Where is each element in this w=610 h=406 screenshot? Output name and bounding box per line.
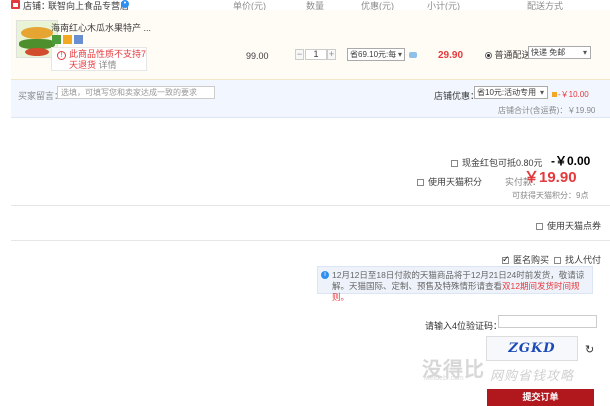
anonymous-purchase-option[interactable]: 匿名购买 [502,253,549,266]
guarantee-icon [52,35,61,44]
quantity-decrease-button[interactable]: − [295,49,304,60]
shipping-option-label: 普通配送 [494,50,531,60]
return-policy-warning: ! 此商品性质不支持7天退货 详情 [51,47,147,71]
tmall-points-option[interactable]: 使用天猫积分 [417,175,482,188]
order-header: 店铺： 联智向上食品专营店 • 单价(元) 数量 优惠(元) 小计(元) 配送方… [0,0,610,11]
captcha-label: 请输入4位验证码：* [425,319,509,332]
watermark-url: Meidebi.com [424,375,464,382]
service-icons [52,35,85,46]
store-discount-select[interactable]: 省10元:活动专用 [474,86,548,99]
warning-icon: ! [57,51,66,60]
divider [11,205,610,206]
store-icon [11,0,20,9]
proxy-pay-checkbox[interactable] [554,257,561,264]
captcha-label-text: 请输入4位验证码： [425,321,503,331]
store-discount-amount: -￥10.00 [558,90,589,99]
radio-selected-icon [485,52,492,60]
tmall-points-checkbox[interactable] [417,179,424,186]
shipping-method-select[interactable]: 快递 免邮 [528,46,591,59]
item-discount-select[interactable]: 省69.10元:每 [347,48,405,61]
warning-details-link[interactable]: 详情 [99,60,117,70]
insurance-icon [74,35,83,44]
store-total: 店铺合计(含运费)：￥19.90 [498,106,596,115]
store-discount-label: 店铺优惠： [434,91,480,101]
proxy-pay-label: 找人代付 [565,255,602,265]
coupon-icon [552,92,557,97]
quantity-increase-button[interactable]: + [327,49,336,60]
captcha-image[interactable]: ZGKD [486,336,578,361]
info-icon: i [321,271,329,279]
store-discount-value: -￥10.00 [552,89,589,100]
redpack-checkbox[interactable] [451,160,458,167]
submit-order-button[interactable]: 提交订单 [487,389,594,406]
refresh-icon[interactable]: ↻ [585,343,594,356]
tmall-points-label: 使用天猫积分 [428,177,483,187]
watermark-tagline: 网购省钱攻略 [490,369,575,384]
unit-price: 99.00 [246,51,269,61]
tmall-coupon-label: 使用天猫点券 [547,221,602,231]
chat-bubble-icon[interactable] [409,52,417,58]
divider [11,240,610,241]
quantity-input[interactable]: 1 [305,49,327,60]
earn-points: 可获得天猫积分：9点 [512,191,589,200]
shipping-notice: i 12月12日至18日付款的天猫商品将于12月21日24时前发货，敬请谅解。天… [317,266,593,302]
proxy-payment-option[interactable]: 找人代付 [554,253,601,266]
item-subtotal: 29.90 [438,50,464,61]
anonymous-checkbox[interactable] [502,254,510,265]
tmall-coupon-checkbox[interactable] [536,223,543,230]
captcha-input[interactable] [498,315,597,328]
wangwang-chat-icon[interactable]: • [121,0,129,8]
credit-card-icon [63,35,72,44]
buyer-message-row: 买家留言： 选填，可填写您和卖家达成一致的要求 店铺优惠： 省10元:活动专用 … [11,80,610,118]
buyer-message-input[interactable]: 选填，可填写您和卖家达成一致的要求 [57,86,215,99]
quantity-stepper: − 1 + [295,49,337,60]
tmall-coupon-option[interactable]: 使用天猫点券 [536,219,601,232]
product-title-link[interactable]: 海南红心木瓜水果特产 ... [51,21,151,34]
anonymous-label: 匿名购买 [513,255,550,265]
actual-payment-amount: ￥19.90 [524,169,577,186]
standard-shipping-radio[interactable]: 普通配送 [485,48,531,61]
order-item-row: 海南红心木瓜水果特产 ... ! 此商品性质不支持7天退货 详情 99.00 −… [11,10,610,80]
